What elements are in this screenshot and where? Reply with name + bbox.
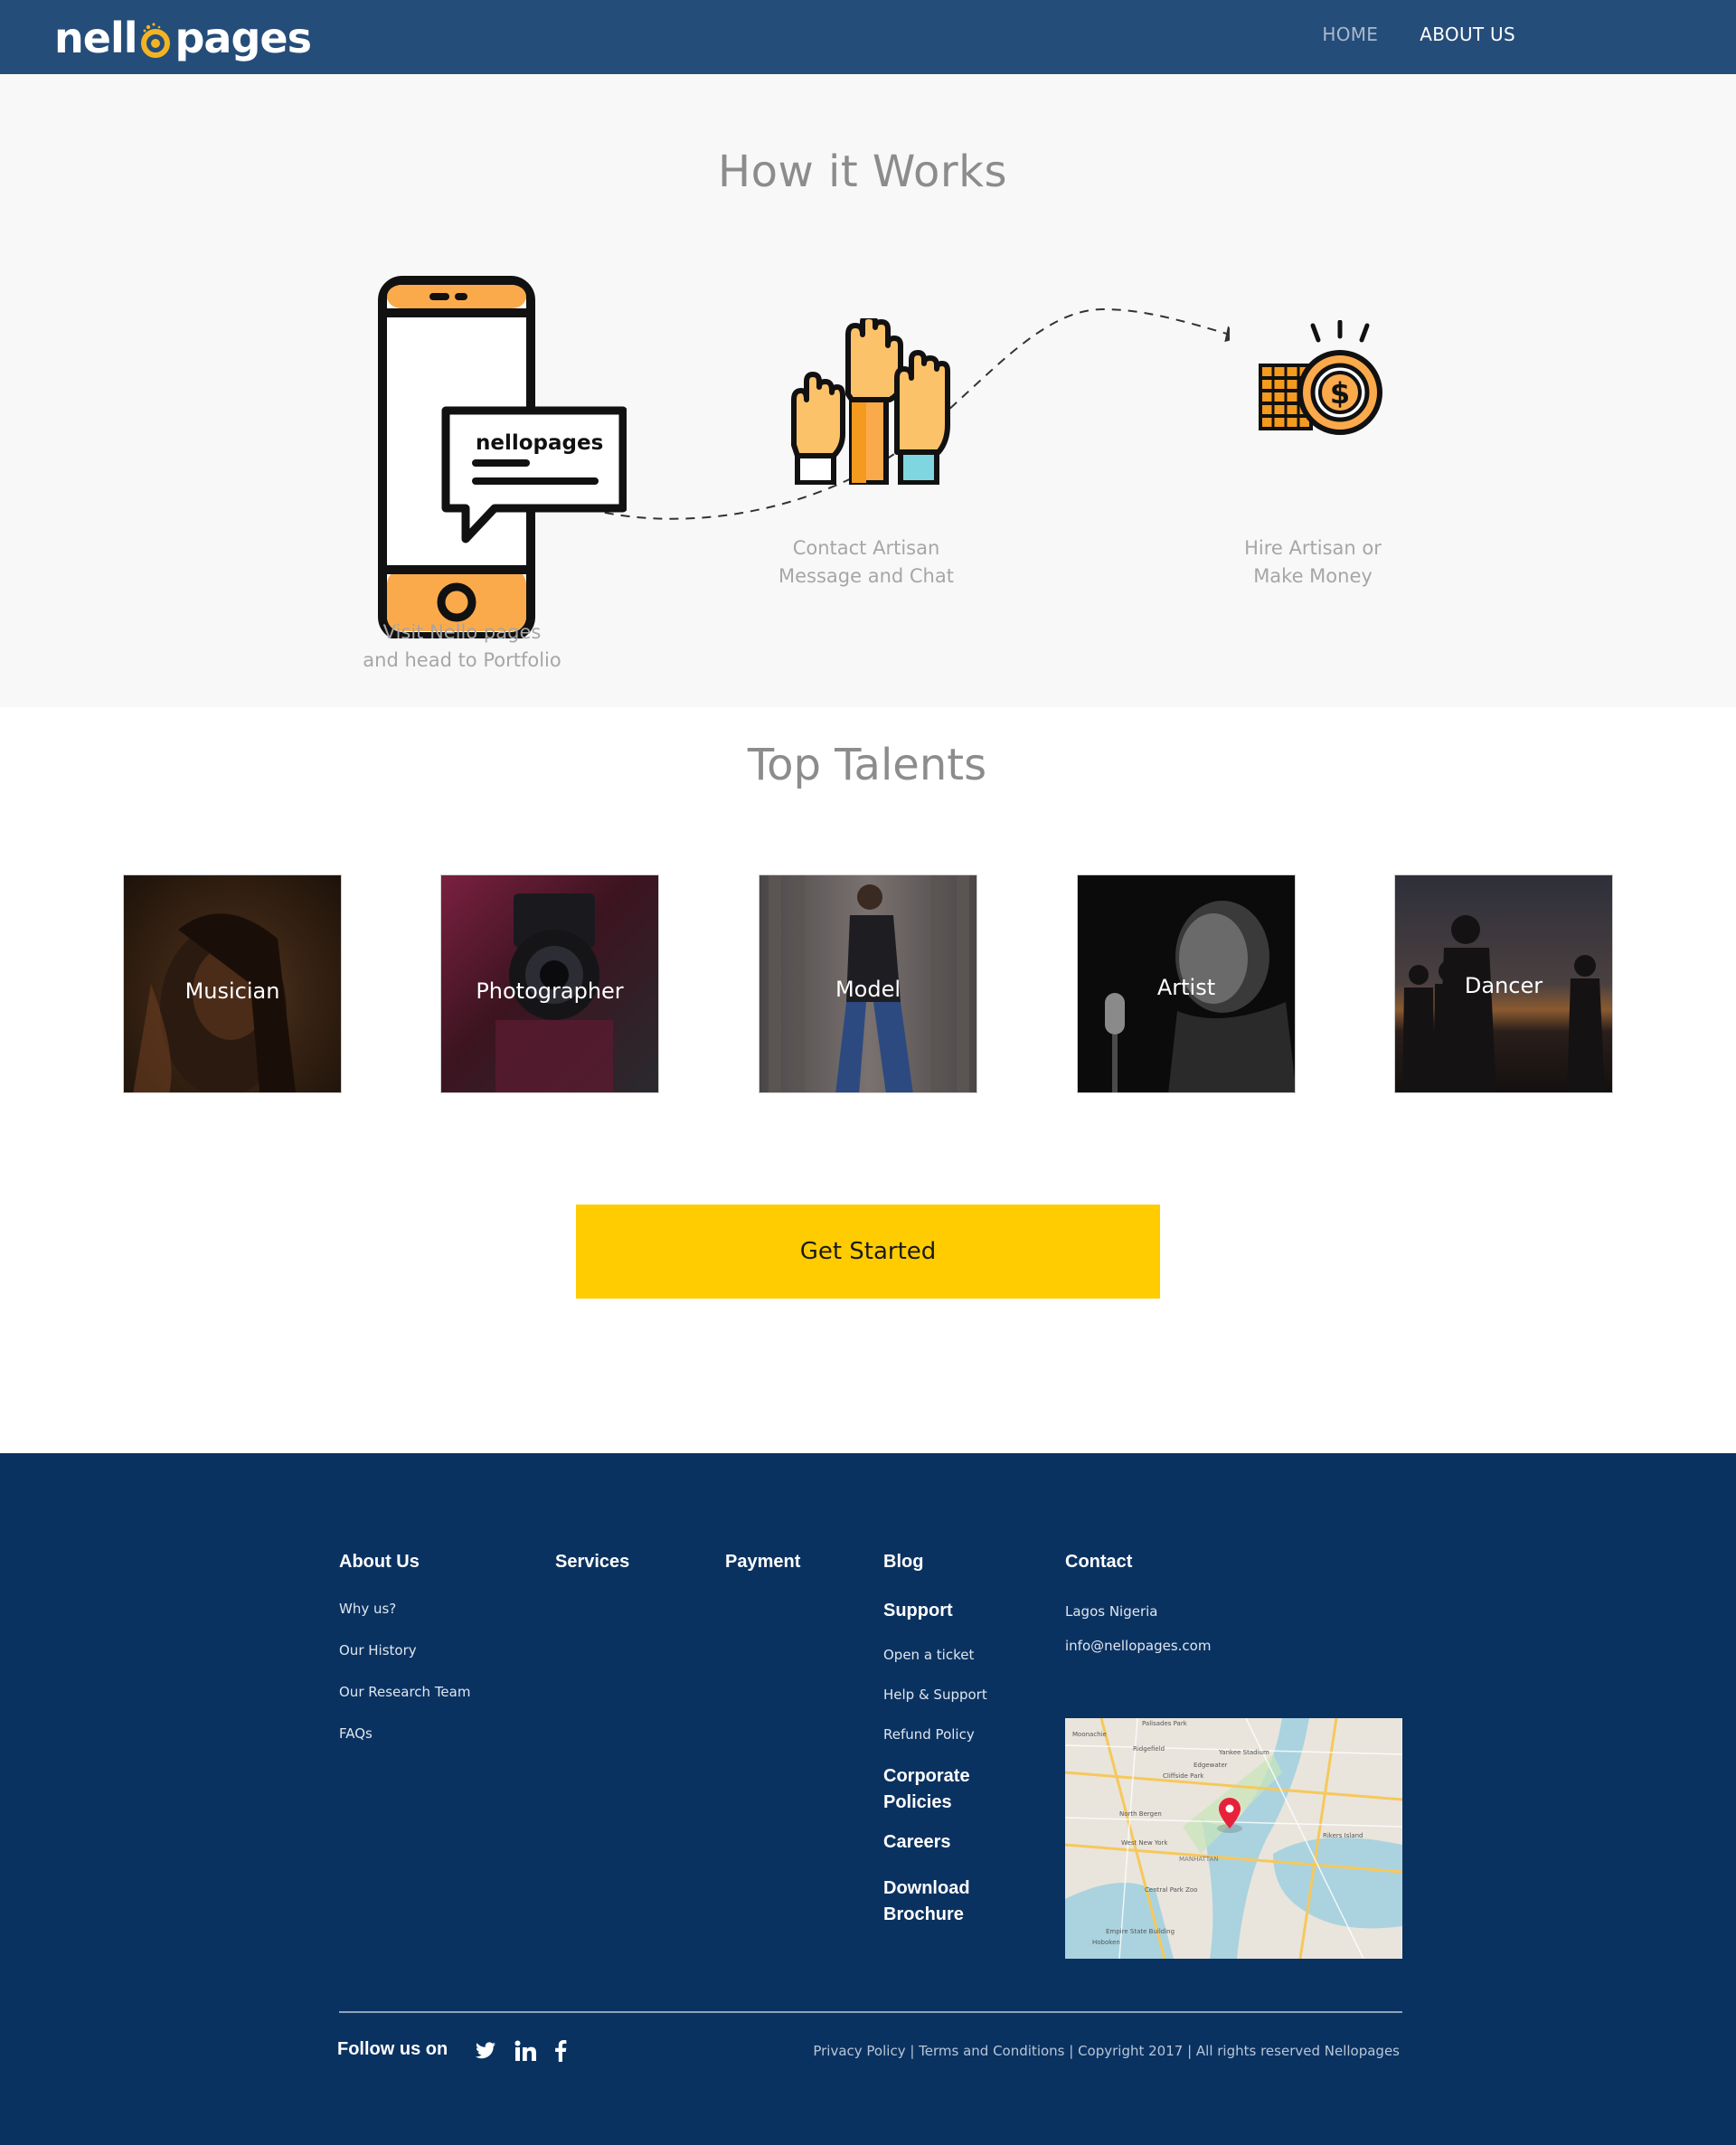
footer-link-faqs[interactable]: FAQs bbox=[339, 1725, 373, 1742]
footer-divider bbox=[339, 2011, 1402, 2013]
main-nav: HOME ABOUT US bbox=[1322, 24, 1515, 45]
footer-contact-email[interactable]: info@nellopages.com bbox=[1065, 1638, 1211, 1654]
svg-text:$: $ bbox=[1330, 376, 1350, 411]
footer bbox=[0, 1453, 1736, 2145]
talent-card-dancer[interactable]: Dancer bbox=[1394, 874, 1613, 1093]
footer-about-heading[interactable]: About Us bbox=[339, 1549, 420, 1575]
svg-text:Edgewater: Edgewater bbox=[1194, 1762, 1228, 1769]
footer-services-heading[interactable]: Services bbox=[555, 1549, 629, 1575]
logo-o-icon bbox=[137, 22, 174, 58]
logo-text-left: nell bbox=[54, 14, 137, 62]
download-line2: Brochure bbox=[883, 1904, 964, 1924]
step-2-line2: Message and Chat bbox=[778, 565, 954, 587]
footer-contact-address: Lagos Nigeria bbox=[1065, 1603, 1158, 1620]
top-navbar: nell pages HOME ABOUT US bbox=[0, 0, 1736, 74]
svg-text:Empire State Building: Empire State Building bbox=[1106, 1928, 1175, 1935]
talent-label-artist: Artist bbox=[1156, 975, 1216, 1000]
footer-link-refund-policy[interactable]: Refund Policy bbox=[883, 1726, 975, 1743]
footer-link-research-team[interactable]: Our Research Team bbox=[339, 1684, 470, 1700]
step-3-line1: Hire Artisan or bbox=[1244, 537, 1382, 559]
talent-card-musician[interactable]: Musician bbox=[123, 874, 342, 1093]
phone-chat-icon: nellopages bbox=[378, 276, 627, 638]
svg-text:Rikers Island: Rikers Island bbox=[1323, 1832, 1363, 1839]
phone-bubble-text: nellopages bbox=[476, 431, 603, 455]
how-it-works-section: How it Works nellopages $ Visit Nello pa… bbox=[0, 74, 1736, 707]
talent-card-artist[interactable]: Artist bbox=[1077, 874, 1296, 1093]
step-3-caption: Hire Artisan or Make Money bbox=[1186, 534, 1439, 591]
nellopages-logo[interactable]: nell pages bbox=[54, 13, 312, 63]
corporate-line2: Policies bbox=[883, 1792, 952, 1812]
nav-about-us[interactable]: ABOUT US bbox=[1420, 24, 1515, 45]
svg-text:Moonachie: Moonachie bbox=[1072, 1731, 1107, 1738]
svg-text:MANHATTAN: MANHATTAN bbox=[1179, 1856, 1218, 1863]
footer-legal-text: Privacy Policy | Terms and Conditions | … bbox=[813, 2043, 1400, 2059]
logo-text-right: pages bbox=[175, 14, 311, 62]
footer-contact-heading: Contact bbox=[1065, 1552, 1133, 1572]
map-pin-icon bbox=[1217, 1798, 1242, 1833]
step-2-caption: Contact Artisan Message and Chat bbox=[740, 534, 993, 591]
talent-label-photographer: Photographer bbox=[476, 978, 624, 1004]
location-map[interactable]: Palisades Park Ridgefield Yankee Stadium… bbox=[1065, 1718, 1402, 1959]
download-line1: Download bbox=[883, 1878, 970, 1898]
svg-text:Hoboken: Hoboken bbox=[1092, 1939, 1120, 1946]
talent-label-dancer: Dancer bbox=[1464, 973, 1543, 998]
get-started-button[interactable]: Get Started bbox=[576, 1205, 1160, 1299]
step-1-line1: Visit Nello pages bbox=[382, 621, 542, 643]
footer-link-why-us[interactable]: Why us? bbox=[339, 1601, 396, 1617]
footer-payment-heading[interactable]: Payment bbox=[725, 1549, 800, 1575]
talent-card-model[interactable]: Model bbox=[759, 874, 977, 1093]
step-1-caption: Visit Nello pages and head to Portfolio bbox=[335, 619, 589, 675]
twitter-icon[interactable] bbox=[474, 2039, 497, 2063]
footer-corporate-policies[interactable]: Corporate Policies bbox=[883, 1763, 970, 1816]
footer-careers[interactable]: Careers bbox=[883, 1829, 951, 1856]
footer-support-heading[interactable]: Support bbox=[883, 1598, 953, 1624]
nav-home[interactable]: HOME bbox=[1322, 24, 1378, 45]
step-2-line1: Contact Artisan bbox=[792, 537, 940, 559]
footer-blog-heading[interactable]: Blog bbox=[883, 1549, 923, 1575]
footer-download-brochure[interactable]: Download Brochure bbox=[883, 1876, 970, 1928]
svg-text:Central Park Zoo: Central Park Zoo bbox=[1145, 1886, 1197, 1894]
facebook-icon[interactable] bbox=[549, 2039, 572, 2063]
svg-text:Palisades Park: Palisades Park bbox=[1142, 1720, 1188, 1727]
talent-label-model: Model bbox=[835, 977, 901, 1002]
footer-link-help-support[interactable]: Help & Support bbox=[883, 1687, 987, 1703]
raised-hands-icon bbox=[791, 318, 950, 485]
svg-text:Cliffside Park: Cliffside Park bbox=[1163, 1772, 1204, 1780]
money-coins-icon: $ bbox=[1259, 320, 1382, 435]
step-3-line2: Make Money bbox=[1253, 565, 1373, 587]
follow-us-label: Follow us on bbox=[337, 2039, 448, 2059]
talent-card-photographer[interactable]: Photographer bbox=[440, 874, 659, 1093]
top-talents-title: Top Talents bbox=[747, 740, 987, 790]
footer-link-our-history[interactable]: Our History bbox=[339, 1642, 417, 1658]
step-1-line2: and head to Portfolio bbox=[363, 649, 561, 671]
svg-text:Ridgefield: Ridgefield bbox=[1133, 1745, 1165, 1753]
svg-text:North Bergen: North Bergen bbox=[1119, 1810, 1162, 1818]
corporate-line1: Corporate bbox=[883, 1766, 970, 1786]
footer-link-open-ticket[interactable]: Open a ticket bbox=[883, 1647, 974, 1663]
svg-text:West New York: West New York bbox=[1121, 1839, 1168, 1847]
page: nell pages HOME ABOUT US How it Works ne… bbox=[0, 0, 1736, 2145]
svg-text:Yankee Stadium: Yankee Stadium bbox=[1218, 1749, 1269, 1756]
talent-label-musician: Musician bbox=[184, 978, 280, 1004]
linkedin-icon[interactable] bbox=[514, 2039, 537, 2063]
how-it-works-title: How it Works bbox=[718, 146, 1007, 197]
